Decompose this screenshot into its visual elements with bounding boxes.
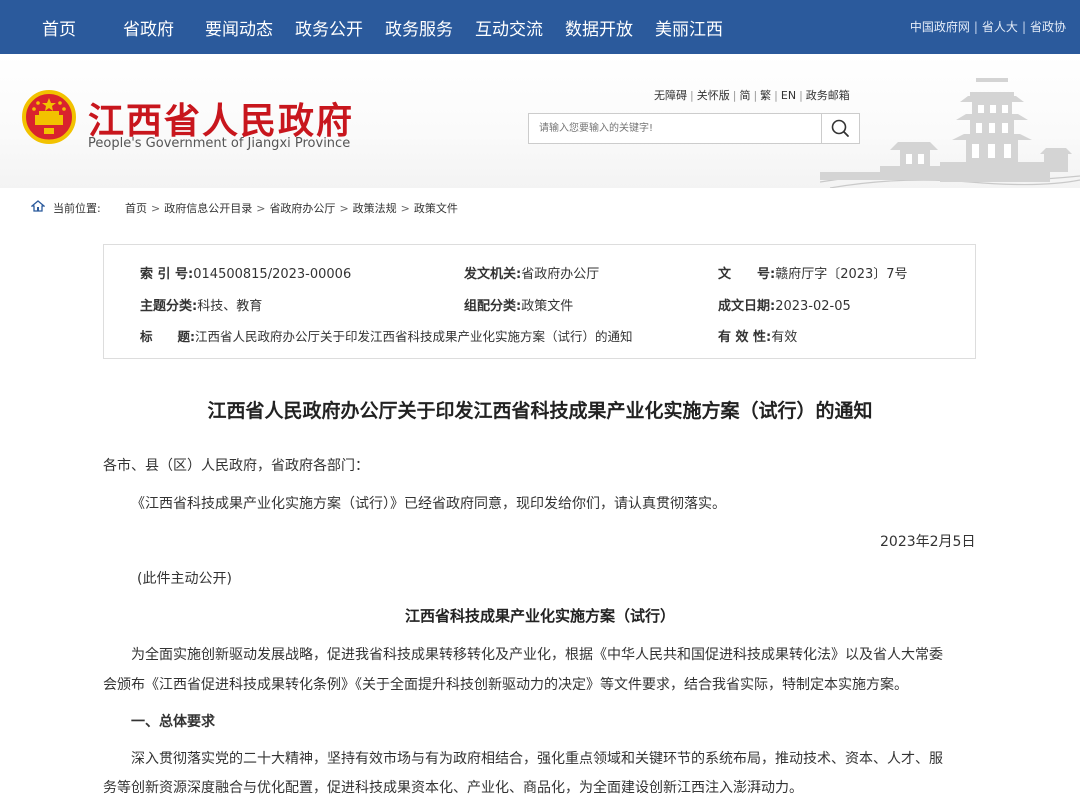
site-subtitle: People's Government of Jiangxi Province bbox=[88, 136, 351, 151]
breadcrumb-separator: > bbox=[400, 202, 410, 215]
site-header: 江西省人民政府 People's Government of Jiangxi P… bbox=[0, 54, 1080, 188]
nav-item-government-services[interactable]: 政务服务 bbox=[385, 15, 453, 40]
search-button[interactable] bbox=[821, 113, 860, 144]
breadcrumb-separator: > bbox=[256, 202, 266, 215]
external-links: 中国政府网 | 省人大 | 省政协 bbox=[910, 18, 1066, 35]
link-care-mode[interactable]: 关怀版 bbox=[697, 89, 730, 102]
nav-item-government-affairs-public[interactable]: 政务公开 bbox=[295, 15, 363, 40]
breadcrumb-path: 首页 > 政府信息公开目录 > 省政府办公厅 > 政策法规 > 政策文件 bbox=[125, 200, 458, 216]
link-provincial-cppcc[interactable]: 省政协 bbox=[1030, 20, 1066, 34]
divider: | bbox=[732, 89, 737, 102]
meta-topic: 主题分类:科技、教育 bbox=[140, 295, 262, 314]
home-icon bbox=[31, 200, 45, 212]
top-nav-bar: 首页 省政府 要闻动态 政务公开 政务服务 互动交流 数据开放 美丽江西 中国政… bbox=[0, 0, 1080, 54]
meta-index-value: 014500815/2023-00006 bbox=[193, 267, 352, 282]
meta-category: 组配分类:政策文件 bbox=[464, 295, 573, 314]
link-english[interactable]: EN bbox=[781, 89, 796, 102]
breadcrumb-info-directory[interactable]: 政府信息公开目录 bbox=[164, 202, 252, 215]
article-paragraph: 务等创新资源深度融合与优化配置，促进科技成果资本化、产业化、商品化，为全面建设创… bbox=[103, 780, 803, 796]
meta-date: 成文日期:2023-02-05 bbox=[718, 295, 851, 314]
article-title: 江西省人民政府办公厅关于印发江西省科技成果产业化实施方案（试行）的通知 bbox=[207, 400, 873, 422]
link-china-gov[interactable]: 中国政府网 bbox=[910, 20, 970, 34]
meta-issuer: 发文机关:省政府办公厅 bbox=[464, 263, 599, 282]
nav-item-provincial-government[interactable]: 省政府 bbox=[123, 15, 174, 40]
meta-topic-label: 主题分类: bbox=[140, 299, 198, 314]
search-icon bbox=[831, 119, 849, 137]
divider: | bbox=[753, 89, 758, 102]
meta-issuer-value: 省政府办公厅 bbox=[521, 267, 600, 282]
article-salutation: 各市、县（区）人民政府，省政府各部门： bbox=[103, 458, 369, 474]
meta-date-label: 成文日期: bbox=[718, 299, 776, 314]
divider: | bbox=[799, 89, 803, 102]
article-paragraph: 深入贯彻落实党的二十大精神，坚持有效市场与有为政府相结合，强化重点领域和关键环节… bbox=[131, 751, 943, 767]
breadcrumb-general-office[interactable]: 省政府办公厅 bbox=[269, 202, 335, 215]
link-simplified-chinese[interactable]: 简 bbox=[739, 89, 750, 102]
divider: | bbox=[690, 89, 694, 102]
breadcrumb-separator: > bbox=[339, 202, 349, 215]
meta-title-label: 标 题: bbox=[140, 329, 195, 344]
article-paragraph: 为全面实施创新驱动发展战略，促进我省科技成果转移转化及产业化，根据《中华人民共和… bbox=[131, 647, 943, 663]
divider: | bbox=[1021, 20, 1026, 34]
link-government-mailbox[interactable]: 政务邮箱 bbox=[806, 89, 850, 102]
article-publicity-note: (此件主动公开) bbox=[137, 571, 232, 587]
link-traditional-chinese[interactable]: 繁 bbox=[760, 89, 771, 102]
document-meta-box: 索 引 号:014500815/2023-00006 发文机关:省政府办公厅 文… bbox=[103, 244, 976, 359]
meta-issuer-label: 发文机关: bbox=[464, 267, 522, 282]
link-accessibility[interactable]: 无障碍 bbox=[654, 89, 687, 102]
breadcrumb-policy-documents[interactable]: 政策文件 bbox=[414, 202, 458, 215]
meta-index-label: 索 引 号: bbox=[140, 267, 194, 282]
national-emblem-logo bbox=[22, 90, 76, 144]
meta-docno: 文 号:赣府厅字〔2023〕7号 bbox=[718, 263, 908, 282]
meta-topic-value: 科技、教育 bbox=[197, 299, 263, 314]
breadcrumb-separator: > bbox=[151, 202, 161, 215]
meta-date-value: 2023-02-05 bbox=[775, 299, 851, 314]
search-input[interactable] bbox=[528, 113, 822, 144]
meta-category-label: 组配分类: bbox=[464, 299, 522, 314]
nav-item-open-data[interactable]: 数据开放 bbox=[565, 15, 633, 40]
section-heading: 一、总体要求 bbox=[131, 714, 215, 730]
breadcrumb: 当前位置: 首页 > 政府信息公开目录 > 省政府办公厅 > 政策法规 > 政策文件 bbox=[0, 188, 1080, 226]
meta-validity-value: 有效 bbox=[771, 330, 798, 345]
meta-index: 索 引 号:014500815/2023-00006 bbox=[140, 263, 351, 282]
nav-item-home[interactable]: 首页 bbox=[42, 15, 76, 40]
article-paragraph: 《江西省科技成果产业化实施方案（试行）》已经省政府同意，现印发给你们，请认真贯彻… bbox=[131, 496, 726, 512]
divider: | bbox=[774, 89, 778, 102]
link-provincial-congress[interactable]: 省人大 bbox=[982, 20, 1018, 34]
divider: | bbox=[973, 20, 978, 34]
utility-links: 无障碍 | 关怀版 | 简 | 繁 | EN | 政务邮箱 bbox=[654, 87, 850, 103]
article-paragraph: 会颁布《江西省促进科技成果转化条例》《关于全面提升科技创新驱动力的决定》等文件要… bbox=[103, 677, 908, 693]
meta-docno-label: 文 号: bbox=[718, 267, 776, 282]
breadcrumb-label: 当前位置: bbox=[53, 202, 101, 215]
meta-title-value: 江西省人民政府办公厅关于印发江西省科技成果产业化实施方案（试行）的通知 bbox=[195, 329, 633, 344]
meta-validity: 有 效 性:有效 bbox=[718, 326, 797, 345]
article-subtitle: 江西省科技成果产业化实施方案（试行） bbox=[404, 607, 675, 625]
meta-category-value: 政策文件 bbox=[521, 299, 574, 314]
nav-item-interaction[interactable]: 互动交流 bbox=[475, 15, 543, 40]
article-date: 2023年2月5日 bbox=[880, 534, 976, 550]
breadcrumb-policies[interactable]: 政策法规 bbox=[353, 202, 397, 215]
meta-docno-value: 赣府厅字〔2023〕7号 bbox=[775, 267, 908, 282]
meta-title: 标 题:江西省人民政府办公厅关于印发江西省科技成果产业化实施方案（试行）的通知 bbox=[140, 326, 633, 345]
nav-item-beautiful-jiangxi[interactable]: 美丽江西 bbox=[655, 15, 723, 40]
meta-validity-label: 有 效 性: bbox=[718, 330, 772, 345]
breadcrumb-home[interactable]: 首页 bbox=[125, 202, 147, 215]
nav-item-news[interactable]: 要闻动态 bbox=[205, 15, 273, 40]
